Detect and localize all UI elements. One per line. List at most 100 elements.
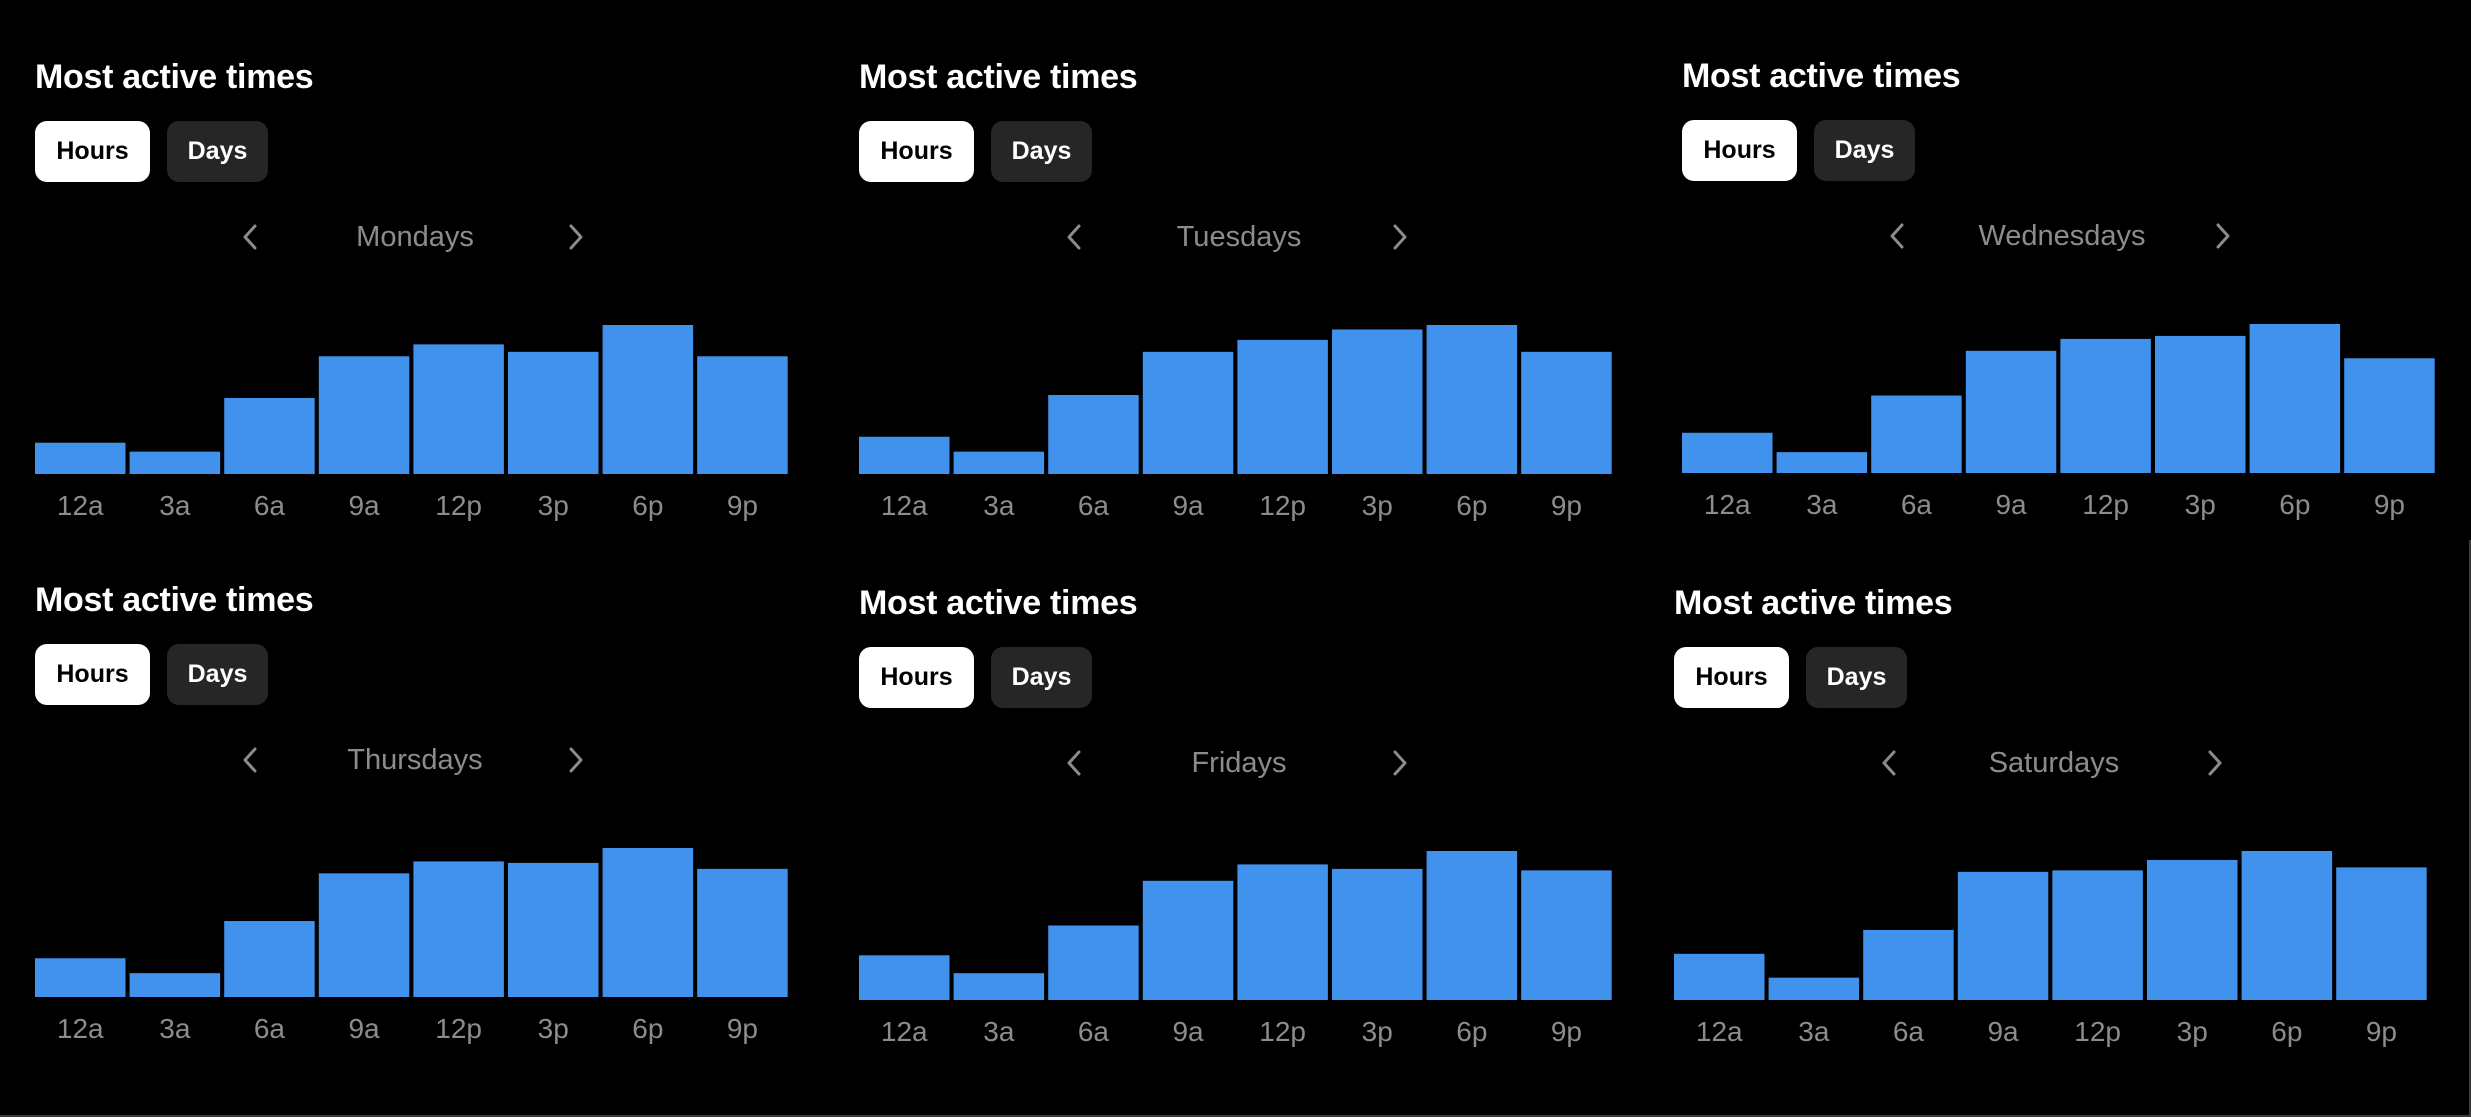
x-tick-label: 3a (983, 490, 1015, 521)
x-tick-label: 6p (2271, 1016, 2302, 1047)
day-label: Saturdays (1988, 747, 2120, 779)
x-tick-label: 9p (1551, 490, 1582, 521)
chevron-right-icon[interactable] (561, 745, 591, 775)
hours-tab[interactable]: Hours (35, 644, 150, 705)
days-tab[interactable]: Days (991, 121, 1092, 182)
bar-3a (953, 973, 1045, 1000)
section-title: Most active times (1674, 584, 1953, 622)
bar-6a (1048, 395, 1139, 474)
bar-6p (2241, 851, 2333, 1000)
x-tick-label: 9a (1995, 489, 2027, 520)
x-tick-label: 9p (727, 490, 758, 521)
hours-tab[interactable]: Hours (859, 121, 974, 182)
view-toggle: Hours Days (859, 647, 1092, 708)
x-tick-label: 3a (983, 1016, 1015, 1047)
bar-9a (1965, 350, 2057, 473)
bar-6p (602, 325, 694, 474)
bar-12p (413, 861, 504, 997)
x-tick-label: 6a (1893, 1016, 1925, 1047)
day-label: Thursdays (347, 744, 483, 776)
bar-6p (1426, 851, 1518, 1000)
x-tick-label: 3p (538, 1013, 569, 1044)
bar-9a (1142, 351, 1234, 474)
view-toggle: Hours Days (35, 121, 268, 182)
bar-3a (1776, 452, 1868, 473)
bar-6p (2249, 324, 2341, 473)
x-tick-label: 6a (254, 490, 286, 521)
bar-chart-svg: 12a 3a 6a 9a 12p 3p 6p 9p (35, 325, 788, 521)
bar-chart-svg: 12a 3a 6a 9a 12p 3p 6p 9p (859, 325, 1612, 521)
days-tab[interactable]: Days (991, 647, 1092, 708)
x-tick-label: 3a (159, 490, 191, 521)
bar-3a (129, 451, 221, 474)
days-tab[interactable]: Days (167, 644, 268, 705)
bar-3a (953, 451, 1045, 474)
hours-tab[interactable]: Hours (1674, 647, 1789, 708)
x-tick-label: 12a (57, 490, 104, 521)
bar-3p (2155, 335, 2246, 473)
day-navigator: Wednesdays (1682, 206, 2442, 266)
x-tick-label: 3a (159, 1013, 191, 1044)
x-tick-label: 12p (1259, 1016, 1306, 1047)
bar-12p (413, 344, 504, 474)
bar-3a (129, 973, 221, 997)
days-tab[interactable]: Days (1806, 647, 1907, 708)
bar-6p (602, 848, 694, 997)
bar-6p (1426, 325, 1518, 474)
bar-9a (318, 873, 410, 997)
bar-12p (2052, 870, 2143, 1000)
panel-saturdays: Most active times Hours Days Saturdays 1… (1674, 583, 2434, 1083)
x-tick-label: 9a (348, 1013, 380, 1044)
chevron-right-icon[interactable] (2200, 748, 2230, 778)
days-tab[interactable]: Days (1814, 120, 1915, 181)
bar-3p (508, 862, 599, 997)
bar-12a (35, 442, 126, 474)
x-tick-label: 12a (1696, 1016, 1743, 1047)
bar-chart-svg: 12a 3a 6a 9a 12p 3p 6p 9p (35, 848, 788, 1044)
bar-6a (224, 921, 315, 997)
bar-12a (35, 958, 126, 997)
chevron-right-icon[interactable] (561, 222, 591, 252)
hours-tab[interactable]: Hours (35, 121, 150, 182)
bar-3p (508, 351, 599, 474)
bar-12p (2060, 338, 2151, 473)
bar-9a (1957, 871, 2049, 1000)
x-tick-label: 9p (2374, 489, 2405, 520)
x-tick-label: 9a (1172, 1016, 1204, 1047)
bar-12a (859, 955, 950, 1000)
x-tick-label: 9a (1987, 1016, 2019, 1047)
bar-6a (224, 398, 315, 474)
view-toggle: Hours Days (35, 644, 268, 705)
day-navigator: Thursdays (35, 730, 795, 790)
x-tick-label: 6p (632, 1013, 663, 1044)
bar-6a (1863, 929, 1954, 1000)
x-tick-label: 9p (727, 1013, 758, 1044)
hours-tab[interactable]: Hours (1682, 120, 1797, 181)
panel-tuesdays: Most active times Hours Days Tuesdays 12… (859, 57, 1619, 557)
chevron-right-icon[interactable] (1385, 748, 1415, 778)
panel-fridays: Most active times Hours Days Fridays 12a… (859, 583, 1619, 1083)
bar-12a (859, 436, 950, 474)
bar-3p (2147, 859, 2238, 1000)
x-tick-label: 12p (2082, 489, 2129, 520)
day-navigator: Saturdays (1674, 733, 2434, 793)
bar-chart: 12a 3a 6a 9a 12p 3p 6p 9p (1674, 843, 2434, 1047)
panel-wednesdays: Most active times Hours Days Wednesdays … (1682, 56, 2442, 556)
days-tab[interactable]: Days (167, 121, 268, 182)
chevron-right-icon[interactable] (1385, 222, 1415, 252)
bar-6a (1871, 395, 1962, 473)
chevron-right-icon[interactable] (2208, 221, 2238, 251)
day-label: Fridays (1191, 747, 1287, 779)
x-tick-label: 3p (2177, 1016, 2208, 1047)
bar-chart-svg: 12a 3a 6a 9a 12p 3p 6p 9p (1674, 851, 2427, 1047)
x-tick-label: 9p (2366, 1016, 2397, 1047)
x-tick-label: 12a (881, 490, 928, 521)
x-tick-label: 6a (1901, 489, 1933, 520)
bar-chart: 12a 3a 6a 9a 12p 3p 6p 9p (35, 317, 795, 521)
bar-chart: 12a 3a 6a 9a 12p 3p 6p 9p (1682, 316, 2442, 520)
hours-tab[interactable]: Hours (859, 647, 974, 708)
bar-9p (2344, 358, 2435, 473)
day-label: Wednesdays (1978, 220, 2146, 252)
bar-12a (1682, 432, 1773, 473)
x-tick-label: 12a (57, 1013, 104, 1044)
